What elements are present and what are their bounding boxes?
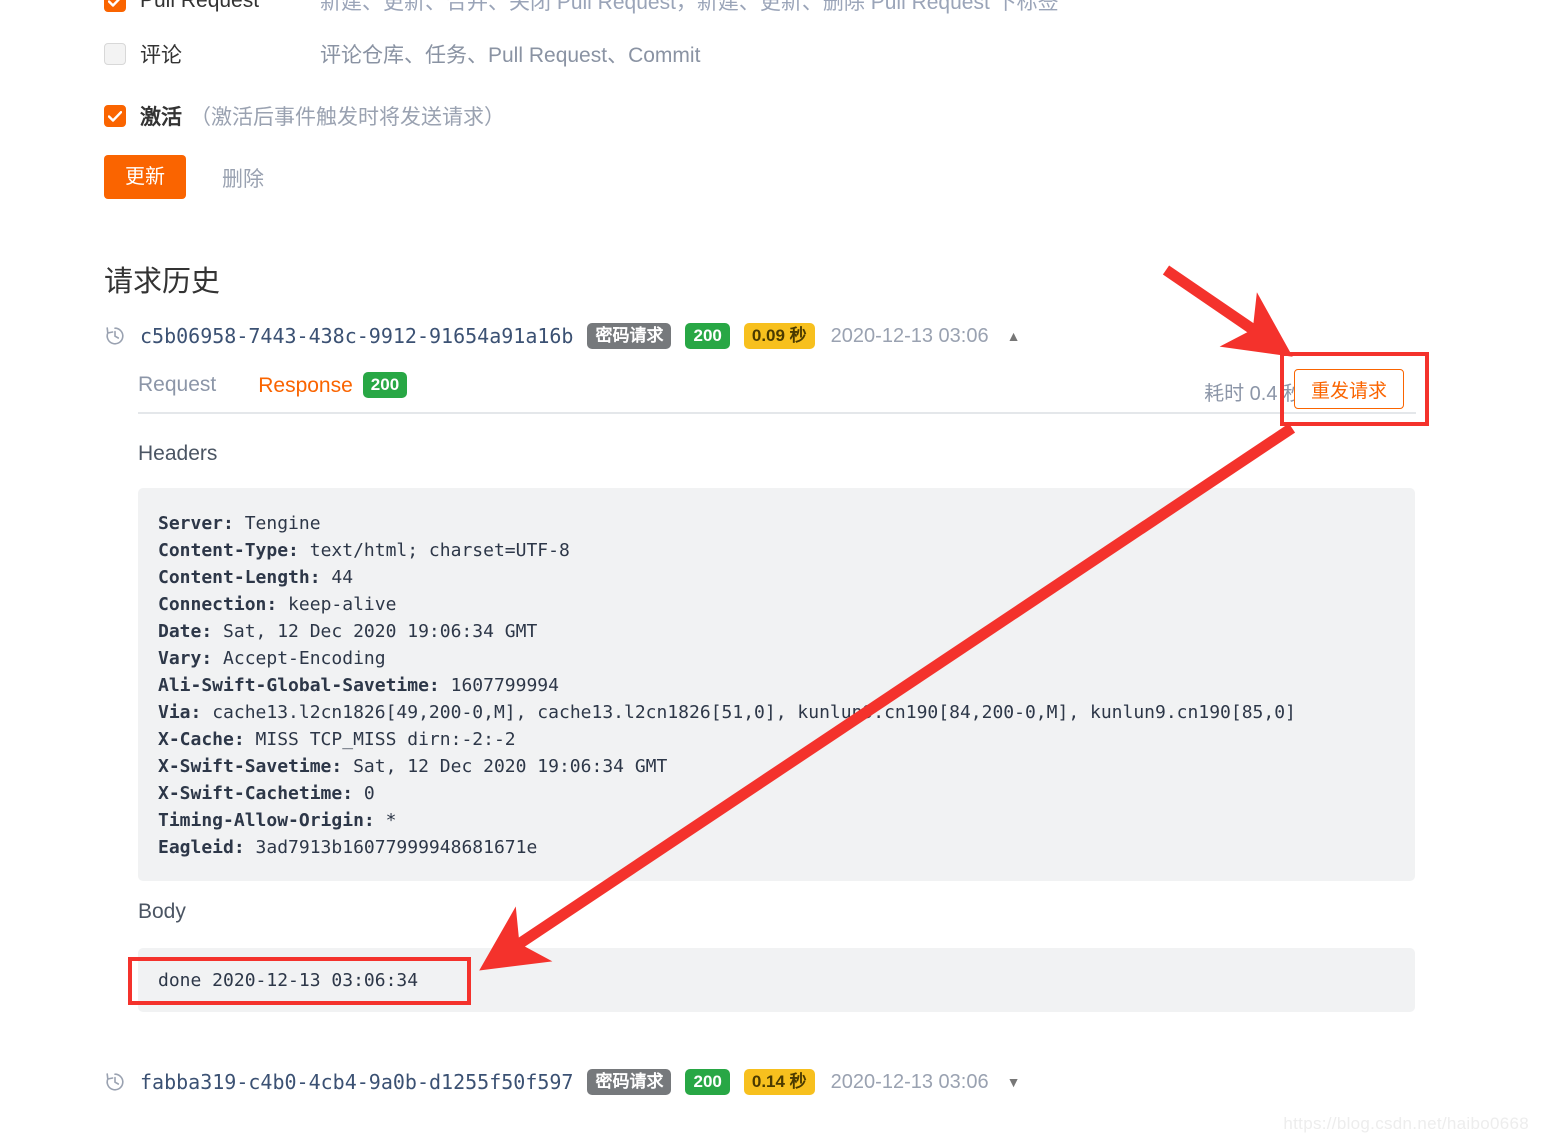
header-key: X-Swift-Cachetime: bbox=[158, 783, 354, 804]
header-key: Connection: bbox=[158, 594, 278, 615]
header-line: X-Cache: MISS TCP_MISS dirn:-2:-2 bbox=[158, 726, 1415, 753]
headers-panel: Server: Tengine Content-Type: text/html; … bbox=[138, 488, 1415, 881]
header-line: Timing-Allow-Origin: * bbox=[158, 807, 1415, 834]
chevron-up-icon[interactable]: ▲ bbox=[1007, 328, 1021, 344]
active-note: （激活后事件触发时将发送请求） bbox=[190, 106, 505, 129]
event-row-comment[interactable]: 评论 评论仓库、任务、Pull Request、Commit bbox=[104, 39, 700, 69]
delete-button[interactable]: 删除 bbox=[222, 163, 264, 193]
tab-response-label: Response bbox=[258, 374, 353, 397]
detail-tabs: Request Response 200 bbox=[138, 372, 449, 399]
header-line: Content-Type: text/html; charset=UTF-8 bbox=[158, 537, 1415, 564]
header-value: Tengine bbox=[233, 513, 321, 534]
header-key: Via: bbox=[158, 702, 202, 723]
header-value: Sat, 12 Dec 2020 19:06:34 GMT bbox=[212, 621, 538, 642]
history-status-badge: 200 bbox=[685, 1068, 730, 1096]
watermark: https://blog.csdn.net/haibo0668 bbox=[1283, 1114, 1529, 1133]
event-row-pull-request[interactable]: Pull Request 新建、更新、合并、关闭 Pull Request，新建… bbox=[104, 0, 1059, 16]
header-key: Server: bbox=[158, 513, 234, 534]
body-panel: done 2020-12-13 03:06:34 bbox=[138, 948, 1415, 1012]
header-line: Content-Length: 44 bbox=[158, 564, 1415, 591]
header-value: 3ad7913b16077999948681671e bbox=[244, 837, 538, 858]
history-timestamp: 2020-12-13 03:06 bbox=[830, 324, 989, 347]
body-content: done 2020-12-13 03:06:34 bbox=[158, 970, 419, 991]
header-value: Accept-Encoding bbox=[212, 648, 386, 669]
header-value: MISS TCP_MISS dirn:-2:-2 bbox=[244, 729, 516, 750]
header-line: Connection: keep-alive bbox=[158, 591, 1415, 618]
elapsed-time: 耗时 0.4 秒 bbox=[1204, 383, 1303, 405]
header-line: Eagleid: 3ad7913b16077999948681671e bbox=[158, 834, 1415, 861]
header-line: Server: Tengine bbox=[158, 510, 1415, 537]
header-value: 0 bbox=[353, 783, 375, 804]
header-line: X-Swift-Savetime: Sat, 12 Dec 2020 19:06… bbox=[158, 753, 1415, 780]
checkbox-comment[interactable] bbox=[104, 43, 126, 65]
tab-response[interactable]: Response 200 bbox=[258, 372, 408, 399]
header-value: text/html; charset=UTF-8 bbox=[298, 540, 570, 561]
header-line: Date: Sat, 12 Dec 2020 19:06:34 GMT bbox=[158, 618, 1415, 645]
header-key: X-Cache: bbox=[158, 729, 245, 750]
header-key: Eagleid: bbox=[158, 837, 245, 858]
history-type-badge: 密码请求 bbox=[587, 322, 672, 350]
annotation-arrow-to-resend bbox=[1162, 265, 1293, 357]
history-uuid-link[interactable]: fabba319-c4b0-4cb4-9a0b-d1255f50f597 bbox=[140, 1070, 573, 1094]
chevron-down-icon[interactable]: ▼ bbox=[1007, 1074, 1021, 1090]
history-row[interactable]: fabba319-c4b0-4cb4-9a0b-d1255f50f597 密码请… bbox=[104, 1067, 1020, 1097]
history-clock-icon bbox=[104, 325, 126, 347]
tab-response-status-badge: 200 bbox=[362, 372, 408, 399]
headers-label: Headers bbox=[138, 442, 218, 465]
header-key: X-Swift-Savetime: bbox=[158, 756, 343, 777]
header-key: Content-Length: bbox=[158, 567, 321, 588]
header-value: cache13.l2cn1826[49,200-0,M], cache13.l2… bbox=[201, 702, 1296, 723]
header-value: 1607799994 bbox=[439, 675, 559, 696]
header-key: Ali-Swift-Global-Savetime: bbox=[158, 675, 440, 696]
event-desc-pull-request: 新建、更新、合并、关闭 Pull Request，新建、更新、删除 Pull R… bbox=[320, 0, 1059, 14]
event-label-pull-request: Pull Request bbox=[140, 0, 260, 12]
history-duration-badge: 0.14 秒 bbox=[743, 1068, 815, 1096]
history-duration-badge: 0.09 秒 bbox=[743, 322, 815, 350]
header-value: * bbox=[374, 810, 397, 831]
header-key: Date: bbox=[158, 621, 213, 642]
webhook-settings-page: Pull Request 新建、更新、合并、关闭 Pull Request，新建… bbox=[0, 0, 1543, 1144]
header-line: Vary: Accept-Encoding bbox=[158, 645, 1415, 672]
history-row[interactable]: c5b06958-7443-438c-9912-91654a91a16b 密码请… bbox=[104, 321, 1020, 351]
tab-request[interactable]: Request bbox=[138, 373, 216, 397]
header-line: Via: cache13.l2cn1826[49,200-0,M], cache… bbox=[158, 699, 1415, 726]
header-key: Content-Type: bbox=[158, 540, 299, 561]
body-label: Body bbox=[138, 900, 186, 923]
detail-divider bbox=[138, 412, 1416, 414]
header-line: X-Swift-Cachetime: 0 bbox=[158, 780, 1415, 807]
header-value: Sat, 12 Dec 2020 19:06:34 GMT bbox=[342, 756, 668, 777]
history-timestamp: 2020-12-13 03:06 bbox=[830, 1070, 989, 1093]
active-label: 激活 bbox=[140, 106, 182, 129]
event-label-comment: 评论 bbox=[140, 44, 182, 67]
checkbox-active[interactable] bbox=[104, 105, 126, 127]
resend-request-button[interactable]: 重发请求 bbox=[1294, 369, 1404, 409]
header-key: Vary: bbox=[158, 648, 213, 669]
header-line: Ali-Swift-Global-Savetime: 1607799994 bbox=[158, 672, 1415, 699]
history-status-badge: 200 bbox=[685, 322, 730, 350]
header-key: Timing-Allow-Origin: bbox=[158, 810, 375, 831]
update-button[interactable]: 更新 bbox=[104, 155, 186, 199]
header-value: 44 bbox=[320, 567, 354, 588]
event-desc-comment: 评论仓库、任务、Pull Request、Commit bbox=[320, 44, 701, 67]
history-type-badge: 密码请求 bbox=[587, 1068, 672, 1096]
checkbox-pull-request[interactable] bbox=[104, 0, 126, 12]
history-section-title: 请求历史 bbox=[104, 266, 221, 298]
event-row-active[interactable]: 激活 （激活后事件触发时将发送请求） bbox=[104, 101, 505, 131]
header-value: keep-alive bbox=[277, 594, 397, 615]
history-clock-icon bbox=[104, 1071, 126, 1093]
history-uuid-link[interactable]: c5b06958-7443-438c-9912-91654a91a16b bbox=[140, 324, 573, 348]
